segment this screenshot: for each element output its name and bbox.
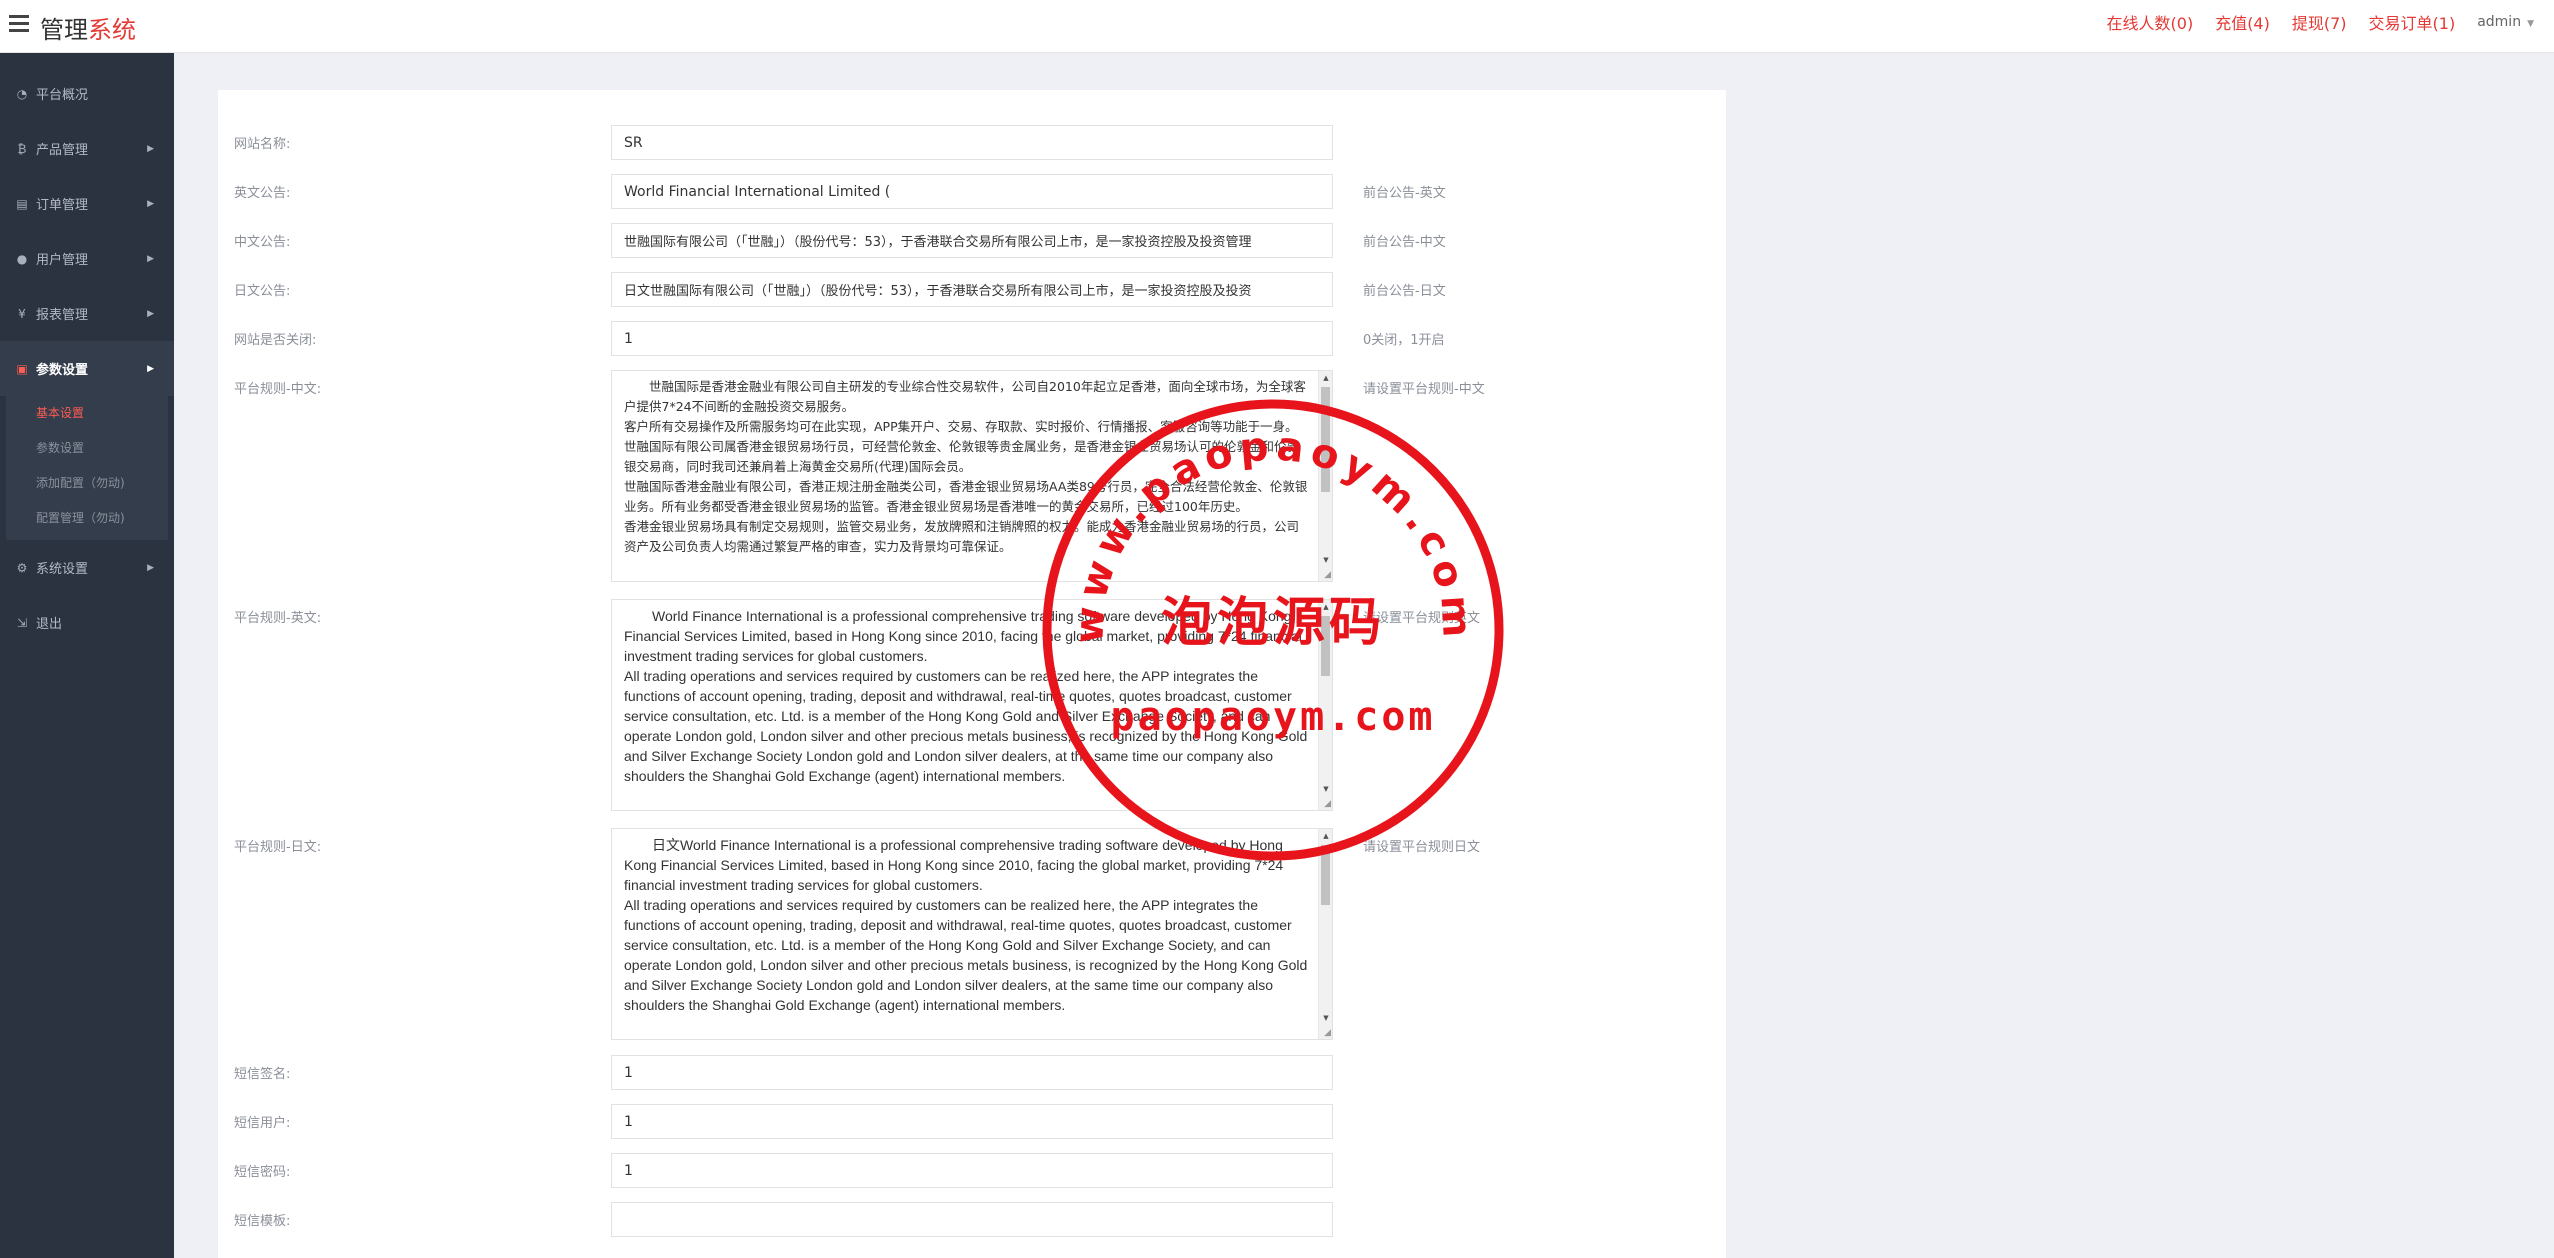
yen-icon: ¥ xyxy=(18,306,26,321)
admin-user-menu[interactable]: admin ▼ xyxy=(2477,14,2534,30)
chevron-right-icon: ▶ xyxy=(147,198,154,209)
sms-password-input[interactable] xyxy=(611,1153,1333,1188)
field-label: 网站名称: xyxy=(234,137,291,152)
top-header: 管理系统 在线人数(0) 充值(4) 提现(7) 交易订单(1) admin ▼ xyxy=(0,0,2554,53)
sidebar-item-label: 订单管理 xyxy=(36,198,89,213)
field-label: 平台规则-日文: xyxy=(234,840,322,855)
site-closed-input[interactable] xyxy=(611,321,1333,356)
field-hint: 请设置平台规则英文 xyxy=(1363,611,1481,626)
brand-accent: 系统 xyxy=(88,16,136,44)
sidebar-item-label: 用户管理 xyxy=(36,253,89,268)
brand-main: 管理 xyxy=(40,16,88,44)
sidebar-item-logout[interactable]: ⇲ 退出 xyxy=(0,595,174,650)
field-hint: 0关闭，1开启 xyxy=(1363,333,1445,348)
sidebar-item-label: 产品管理 xyxy=(36,143,89,158)
scroll-down-icon[interactable]: ▼ xyxy=(1319,553,1332,567)
scroll-down-icon[interactable]: ▼ xyxy=(1319,782,1332,796)
sidebar-item-label: 报表管理 xyxy=(36,308,89,323)
field-label: 平台规则-英文: xyxy=(234,611,322,626)
scroll-thumb[interactable] xyxy=(1321,845,1330,905)
rules-cn-textarea[interactable]: 世融国际是香港金融业有限公司自主研发的专业综合性交易软件，公司自2010年起立足… xyxy=(611,370,1333,582)
field-label: 日文公告: xyxy=(234,284,291,299)
field-hint: 前台公告-英文 xyxy=(1363,186,1446,201)
rules-en-textarea[interactable]: World Finance International is a profess… xyxy=(611,599,1333,811)
params-submenu: 基本设置 参数设置 添加配置（勿动) 配置管理（勿动) xyxy=(6,396,168,540)
textarea-scrollbar[interactable]: ▲ ▼ xyxy=(1318,600,1332,810)
sms-user-input[interactable] xyxy=(611,1104,1333,1139)
chevron-right-icon: ▶ xyxy=(147,143,154,154)
chevron-right-icon: ▶ xyxy=(147,253,154,264)
cogs-icon: ⚙ xyxy=(16,560,28,575)
trade-orders-link[interactable]: 交易订单(1) xyxy=(2369,10,2456,34)
site-name-input[interactable] xyxy=(611,125,1333,160)
field-label: 短信签名: xyxy=(234,1067,291,1082)
field-label: 英文公告: xyxy=(234,186,291,201)
sidebar-item-products[interactable]: ₿ 产品管理 ▶ xyxy=(0,121,174,176)
chevron-down-icon: ▼ xyxy=(2527,19,2534,29)
scroll-up-icon[interactable]: ▲ xyxy=(1319,371,1332,385)
en-notice-input[interactable] xyxy=(611,174,1333,209)
admin-username: admin xyxy=(2477,14,2522,30)
field-hint: 前台公告-中文 xyxy=(1363,235,1446,250)
app-title: 管理系统 xyxy=(40,10,136,45)
sidebar-item-dashboard[interactable]: ◔ 平台概况 xyxy=(0,66,174,121)
submenu-basic-settings[interactable]: 基本设置 xyxy=(6,396,168,431)
scroll-up-icon[interactable]: ▲ xyxy=(1319,829,1332,843)
sidebar-item-label: 平台概况 xyxy=(36,88,89,103)
chevron-right-icon: ▶ xyxy=(147,562,154,573)
field-hint: 请设置平台规则-中文 xyxy=(1363,382,1485,397)
sms-sign-input[interactable] xyxy=(611,1055,1333,1090)
jp-notice-input[interactable] xyxy=(611,272,1333,307)
settings-doc-icon: ▣ xyxy=(16,361,28,376)
rules-jp-text: 日文World Finance International is a profe… xyxy=(624,837,1308,1013)
sidebar-item-params[interactable]: ▣ 参数设置 ▶ xyxy=(0,341,174,396)
field-hint: 请设置平台规则日文 xyxy=(1363,840,1481,855)
textarea-scrollbar[interactable]: ▲ ▼ xyxy=(1318,371,1332,581)
resize-handle-icon[interactable]: ◢ xyxy=(1321,799,1331,809)
sidebar-item-system[interactable]: ⚙ 系统设置 ▶ xyxy=(0,540,174,595)
scroll-down-icon[interactable]: ▼ xyxy=(1319,1011,1332,1025)
online-users-link[interactable]: 在线人数(0) xyxy=(2107,10,2194,34)
field-label: 平台规则-中文: xyxy=(234,382,322,397)
scroll-up-icon[interactable]: ▲ xyxy=(1319,600,1332,614)
sidebar-item-label: 系统设置 xyxy=(36,562,89,577)
scroll-thumb[interactable] xyxy=(1321,387,1330,492)
field-label: 中文公告: xyxy=(234,235,291,250)
field-label: 短信用户: xyxy=(234,1116,291,1131)
logout-icon: ⇲ xyxy=(16,615,28,630)
submenu-add-config[interactable]: 添加配置（勿动) xyxy=(6,466,168,501)
cn-notice-input[interactable] xyxy=(611,223,1333,258)
sidebar: ◔ 平台概况 ₿ 产品管理 ▶ ▤ 订单管理 ▶ ● 用户管理 ▶ ¥ 报表管理… xyxy=(0,53,174,1258)
recharge-link[interactable]: 充值(4) xyxy=(2215,10,2270,34)
field-label: 网站是否关闭: xyxy=(234,333,317,348)
chevron-right-icon: ▶ xyxy=(147,308,154,319)
chevron-down-icon: ▶ xyxy=(147,363,154,374)
dashboard-icon: ◔ xyxy=(16,86,28,101)
rules-en-text: World Finance International is a profess… xyxy=(624,608,1308,784)
rules-cn-text: 世融国际是香港金融业有限公司自主研发的专业综合性交易软件，公司自2010年起立足… xyxy=(624,379,1308,554)
rules-jp-textarea[interactable]: 日文World Finance International is a profe… xyxy=(611,828,1333,1040)
sms-template-input[interactable] xyxy=(611,1202,1333,1237)
field-hint: 前台公告-日文 xyxy=(1363,284,1446,299)
sidebar-item-orders[interactable]: ▤ 订单管理 ▶ xyxy=(0,176,174,231)
resize-handle-icon[interactable]: ◢ xyxy=(1321,570,1331,580)
menu-toggle-icon[interactable] xyxy=(9,15,29,33)
resize-handle-icon[interactable]: ◢ xyxy=(1321,1028,1331,1038)
submenu-config-manage[interactable]: 配置管理（勿动) xyxy=(6,501,168,536)
sidebar-item-reports[interactable]: ¥ 报表管理 ▶ xyxy=(0,286,174,341)
textarea-scrollbar[interactable]: ▲ ▼ xyxy=(1318,829,1332,1039)
submenu-param-settings[interactable]: 参数设置 xyxy=(6,431,168,466)
bitcoin-icon: ₿ xyxy=(17,141,27,156)
header-links: 在线人数(0) 充值(4) 提现(7) 交易订单(1) admin ▼ xyxy=(2085,10,2534,34)
withdraw-link[interactable]: 提现(7) xyxy=(2292,10,2347,34)
sidebar-item-label: 参数设置 xyxy=(36,363,89,378)
sidebar-item-label: 退出 xyxy=(36,617,63,632)
settings-form-panel: 网站名称: 英文公告: 前台公告-英文 中文公告: 前台公告-中文 日文公告: … xyxy=(218,90,1726,1258)
field-label: 短信密码: xyxy=(234,1165,291,1180)
scroll-thumb[interactable] xyxy=(1321,616,1330,676)
sidebar-item-users[interactable]: ● 用户管理 ▶ xyxy=(0,231,174,286)
user-icon: ● xyxy=(16,251,28,266)
field-label: 短信模板: xyxy=(234,1214,291,1229)
order-icon: ▤ xyxy=(16,196,28,211)
